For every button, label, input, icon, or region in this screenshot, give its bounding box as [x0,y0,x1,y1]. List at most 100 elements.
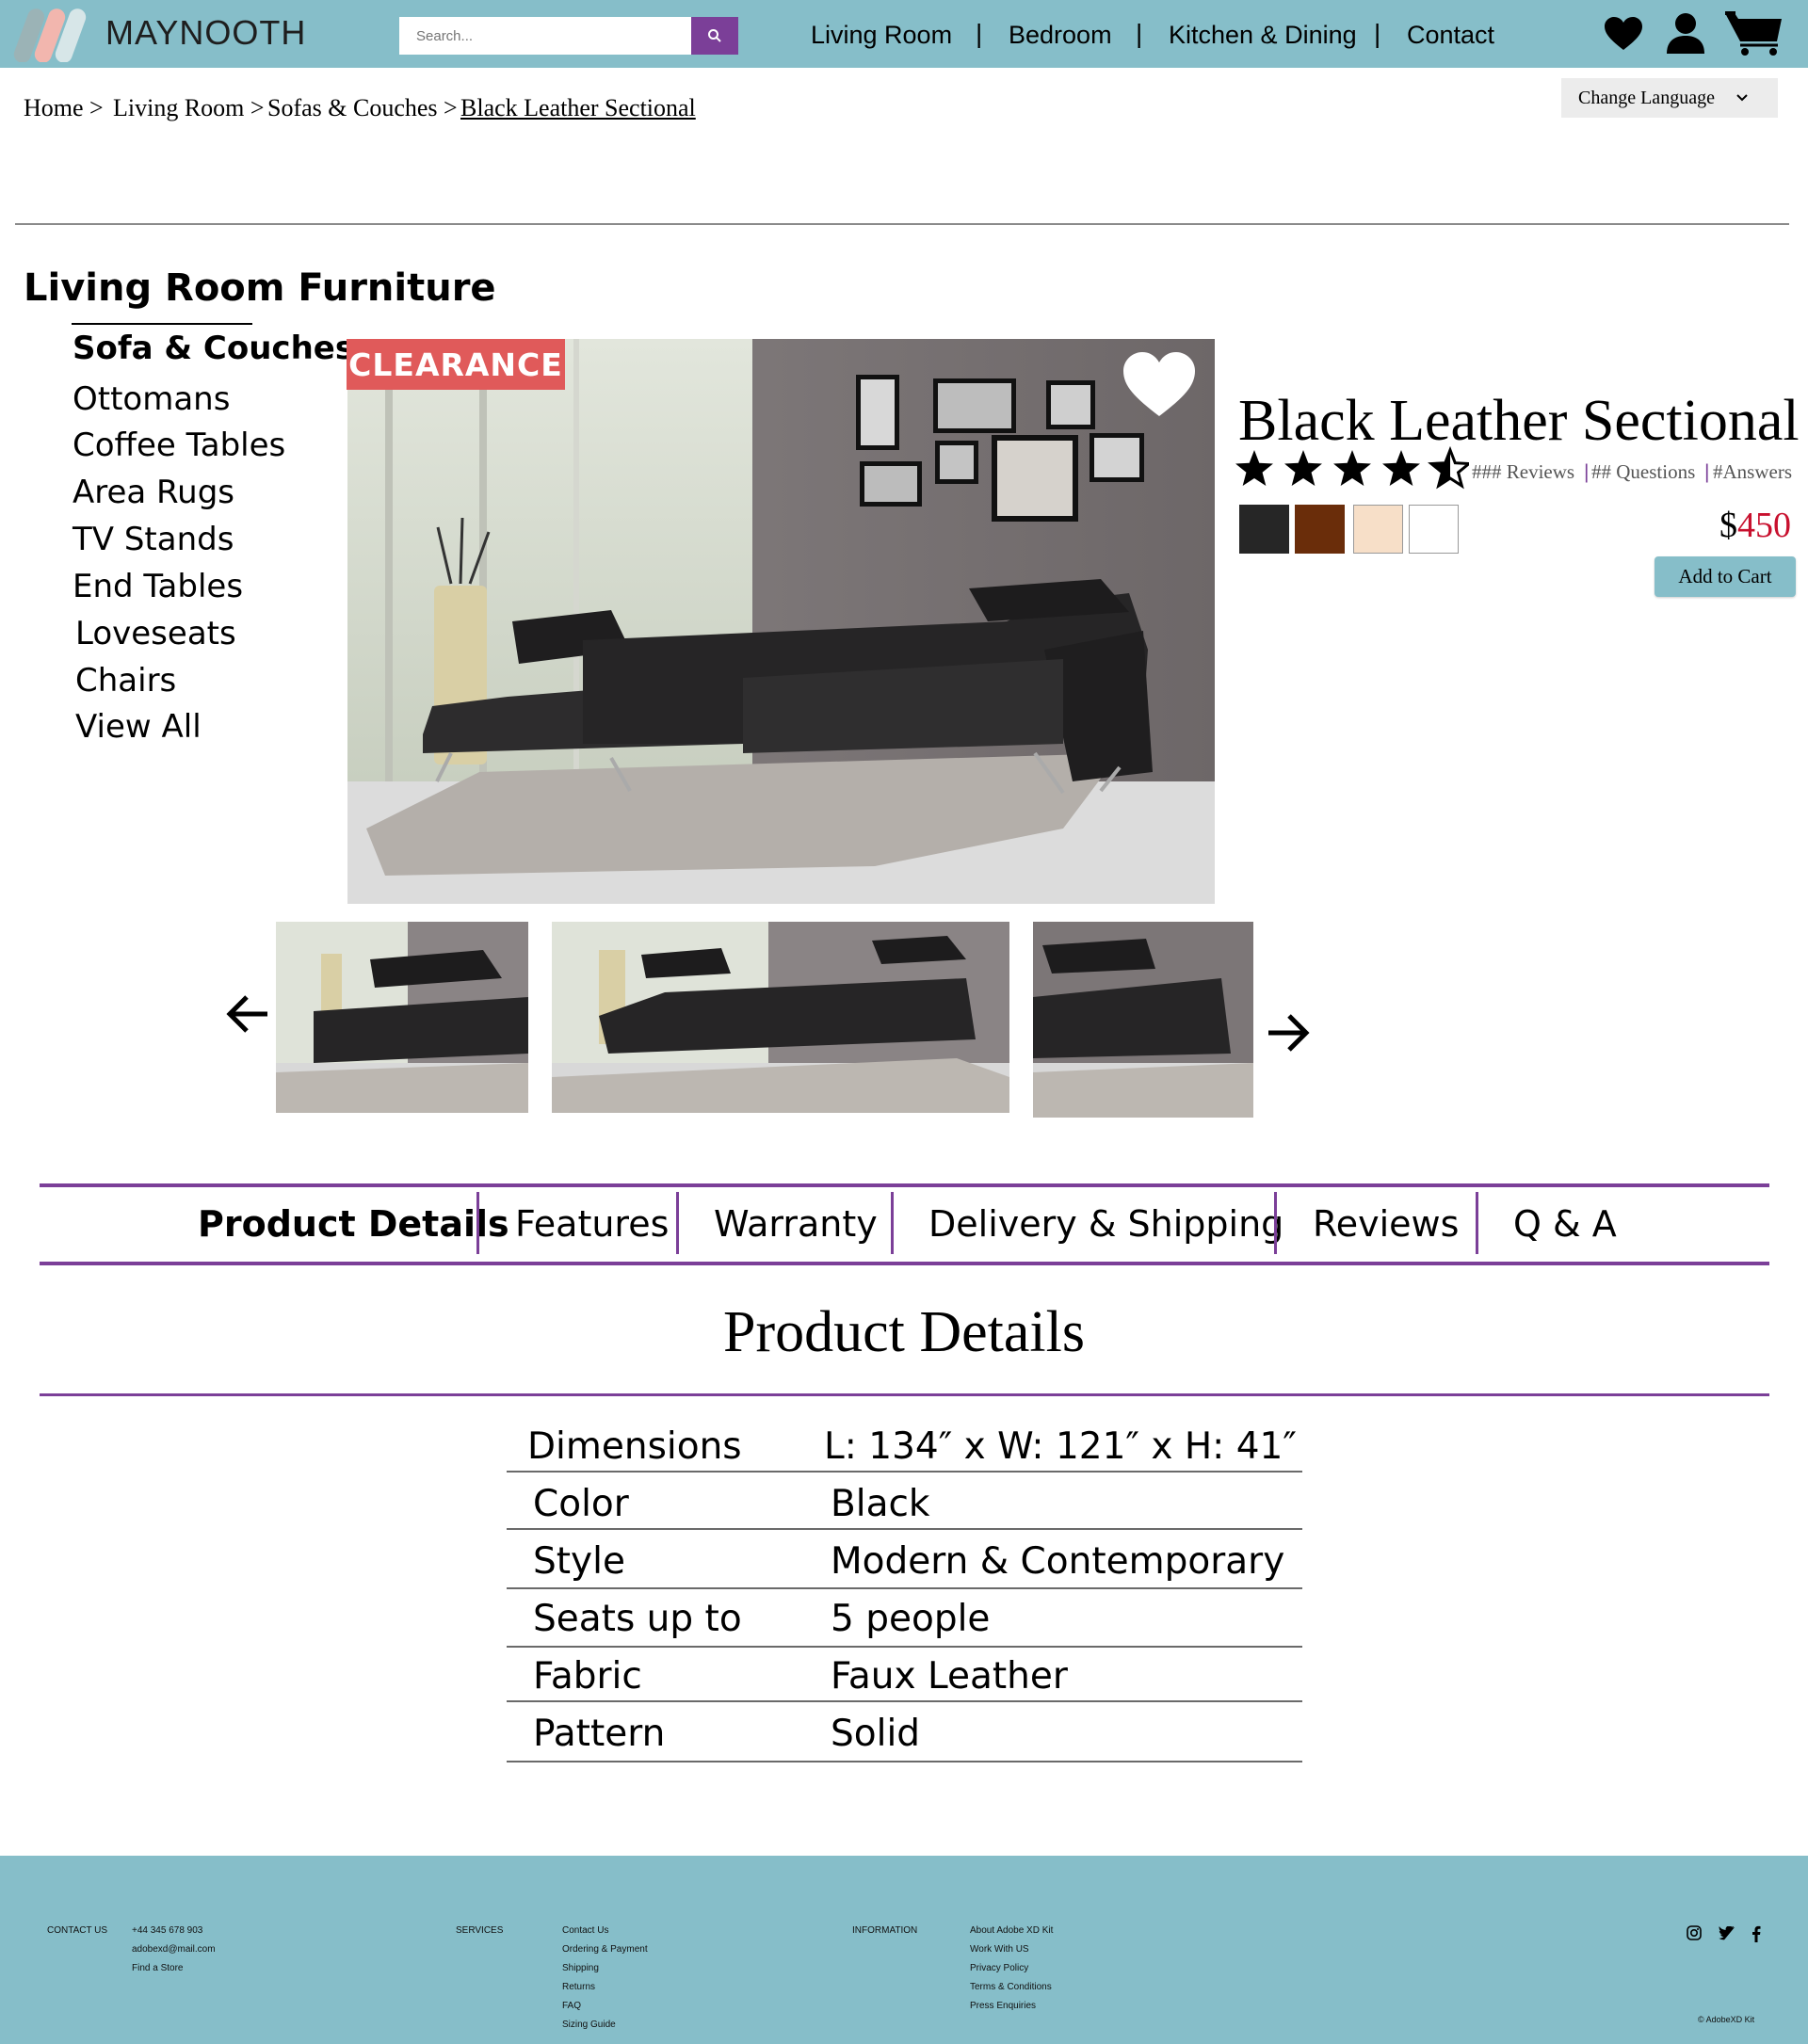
product-title: Black Leather Sectional [1238,389,1800,453]
thumbnail-2[interactable] [552,922,1009,1113]
twitter-icon[interactable] [1719,1926,1735,1940]
clearance-badge: CLEARANCE [347,339,565,390]
color-swatch-black[interactable] [1239,505,1289,554]
star-icon [1333,450,1371,486]
nav-bedroom[interactable]: Bedroom [1009,21,1112,50]
sidebar-item-end-tables[interactable]: End Tables [73,568,243,605]
footer-link[interactable]: Terms & Conditions [970,1982,1052,1992]
spec-value: Faux Leather [831,1655,1068,1698]
sidebar-item-view-all[interactable]: View All [75,708,202,746]
arrow-right-icon[interactable] [1267,1012,1310,1054]
tab-separator [1274,1192,1277,1254]
language-label: Change Language [1578,87,1715,108]
footer-link[interactable]: Sizing Guide [562,2020,616,2030]
tab-q-and-a[interactable]: Q & A [1513,1203,1617,1245]
sidebar-item-area-rugs[interactable]: Area Rugs [73,474,234,511]
tab-separator [1476,1192,1478,1254]
spec-row-divider [507,1587,1302,1589]
color-swatch-tan[interactable] [1353,505,1403,554]
tab-features[interactable]: Features [515,1203,669,1245]
search-button[interactable] [691,17,738,55]
breadcrumb-living-room[interactable]: Living Room > [113,94,265,122]
footer-link[interactable]: About Adobe XD Kit [970,1925,1053,1936]
nav-living-room[interactable]: Living Room [811,21,952,50]
product-main-image[interactable] [347,339,1215,904]
spec-label: Fabric [533,1655,642,1698]
spec-row-divider [507,1700,1302,1702]
sidebar-item-tv-stands[interactable]: TV Stands [73,521,234,558]
facebook-icon[interactable] [1752,1925,1761,1942]
nav-kitchen-dining[interactable]: Kitchen & Dining [1169,21,1357,50]
wishlist-heart-icon[interactable] [1604,16,1643,52]
meta-separator: | [1584,461,1590,483]
price-value: 450 [1737,506,1791,545]
footer-email[interactable]: adobexd@mail.com [132,1944,216,1955]
product-price: $450 [1719,505,1791,546]
tab-separator [891,1192,894,1254]
product-details-heading: Product Details [723,1300,1085,1364]
breadcrumb-current[interactable]: Black Leather Sectional [460,94,696,122]
favorite-heart-icon[interactable] [1122,350,1197,418]
nav-contact[interactable]: Contact [1407,21,1494,50]
spec-value: Solid [831,1713,921,1755]
tab-reviews[interactable]: Reviews [1313,1203,1459,1245]
footer-link[interactable]: Ordering & Payment [562,1944,648,1955]
section-divider [15,223,1789,225]
footer-link[interactable]: Contact Us [562,1925,608,1936]
footer-find-store[interactable]: Find a Store [132,1963,183,1973]
chevron-down-icon [1736,94,1748,102]
tabs-bottom-rule [40,1262,1769,1265]
meta-separator: | [1704,461,1710,483]
thumbnail-3[interactable] [1033,922,1253,1118]
footer-link[interactable]: Privacy Policy [970,1963,1028,1973]
tab-delivery-shipping[interactable]: Delivery & Shipping [928,1203,1283,1245]
tab-separator [676,1192,679,1254]
sidebar-title-underline [72,323,252,325]
star-icon [1235,450,1273,486]
nav-separator: | [976,19,983,48]
thumbnail-1[interactable] [276,922,528,1113]
spec-label: Seats up to [533,1598,742,1640]
arrow-left-icon[interactable] [226,993,269,1035]
tab-warranty[interactable]: Warranty [714,1203,878,1245]
sidebar-item-chairs[interactable]: Chairs [75,662,176,700]
brand-logo-icon[interactable] [13,8,98,62]
footer-link[interactable]: Press Enquiries [970,2001,1036,2011]
sidebar-item-sofa-couches[interactable]: Sofa & Couches [73,330,354,367]
spec-row-divider [507,1646,1302,1648]
change-language-dropdown[interactable]: Change Language [1561,78,1778,118]
shopping-cart-icon[interactable] [1725,9,1784,56]
footer-link[interactable]: Work With US [970,1944,1029,1955]
footer-heading-services: SERVICES [456,1925,504,1936]
instagram-icon[interactable] [1687,1925,1702,1940]
footer-link[interactable]: Shipping [562,1963,599,1973]
brand-name[interactable]: MAYNOOTH [105,13,306,53]
color-swatch-brown[interactable] [1295,505,1345,554]
reviews-count-link[interactable]: ### Reviews [1472,460,1574,484]
tab-product-details[interactable]: Product Details [198,1203,509,1245]
sidebar-item-ottomans[interactable]: Ottomans [73,380,230,418]
color-swatch-white[interactable] [1409,505,1459,554]
search-input[interactable] [399,17,691,55]
breadcrumb-home[interactable]: Home > [24,94,104,122]
account-user-icon[interactable] [1666,12,1705,54]
spec-value: L: 134″ x W: 121″ x H: 41″ [824,1425,1297,1468]
footer-heading-information: INFORMATION [852,1925,918,1936]
footer-link[interactable]: FAQ [562,2001,581,2011]
sidebar-item-loveseats[interactable]: Loveseats [75,615,236,652]
spec-label: Pattern [533,1713,666,1755]
star-icon [1382,450,1420,486]
star-icon [1284,450,1322,486]
spec-label: Color [533,1483,629,1525]
nav-separator: | [1136,19,1143,48]
questions-count-link[interactable]: ## Questions [1591,460,1695,484]
breadcrumb-sofas-couches[interactable]: Sofas & Couches > [267,94,458,122]
answers-count-link[interactable]: #Answers [1713,460,1792,484]
add-to-cart-button[interactable]: Add to Cart [1655,556,1796,597]
sidebar-item-coffee-tables[interactable]: Coffee Tables [73,427,285,464]
spec-label: Dimensions [527,1425,742,1468]
footer-link[interactable]: Returns [562,1982,595,1992]
footer-phone[interactable]: +44 345 678 903 [132,1925,202,1936]
rating-stars[interactable] [1234,446,1469,493]
spec-value: Black [831,1483,930,1525]
